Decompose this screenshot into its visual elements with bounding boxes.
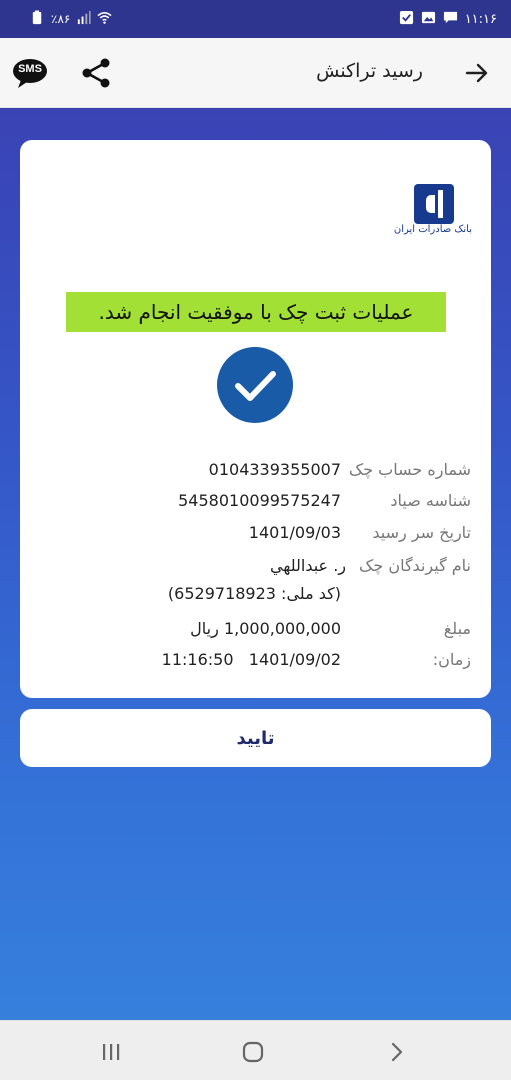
receipt-card: بانک صادرات ایران عملیات ثبت چک با موفقی…: [20, 140, 491, 698]
arrow-right-icon: [465, 63, 488, 83]
share-button[interactable]: [78, 55, 114, 91]
app-bar: رسید تراکنش SMS: [0, 38, 511, 108]
detail-row-time: زمان: 11:16:50 1401/09/02: [40, 650, 471, 674]
signal-icon: [76, 10, 91, 29]
status-time: ۱۱:۱۶: [464, 11, 497, 27]
wifi-icon: [97, 10, 112, 29]
recent-apps-button[interactable]: [98, 1039, 124, 1065]
account-value: 0104339355007: [208, 460, 341, 479]
message-icon: [443, 10, 458, 29]
detail-row-receivers: نام گیرندگان چک ر. عبداللهي (کد ملی: 652…: [40, 556, 471, 612]
page-title: رسید تراکنش: [316, 60, 423, 82]
account-label: شماره حساب چک: [348, 460, 471, 479]
notification-check-icon: [399, 10, 414, 29]
nav-back-button[interactable]: [384, 1039, 410, 1065]
sayad-value: 5458010099575247: [178, 491, 341, 510]
time-value: 11:16:50 1401/09/02: [161, 650, 341, 669]
detail-row-amount: مبلغ 1,000,000,000 ریال: [40, 619, 471, 643]
receiver-name: ر. عبداللهي: [270, 556, 346, 575]
receipt-details: شماره حساب چک 0104339355007 شناسه صیاد 5…: [20, 140, 491, 698]
confirm-button[interactable]: تایید: [20, 709, 491, 767]
sayad-label: شناسه صیاد: [390, 491, 471, 510]
receiver-national-id: (کد ملی: 6529718923): [167, 584, 341, 603]
detail-row-sayad: شناسه صیاد 5458010099575247: [40, 491, 471, 515]
time-label: زمان:: [432, 650, 471, 669]
home-icon: [242, 1041, 264, 1063]
back-icon: [391, 1042, 403, 1062]
status-right: ۱۱:۱۶: [399, 9, 497, 29]
sms-label: SMS: [18, 63, 42, 75]
amount-value: 1,000,000,000 ریال: [190, 619, 341, 638]
battery-icon: [30, 9, 45, 29]
detail-row-account: شماره حساب چک 0104339355007: [40, 460, 471, 484]
status-bar: ٪۸۶ ۱۱:۱۶: [0, 0, 511, 38]
share-icon: [82, 58, 110, 88]
recent-apps-icon: [103, 1044, 120, 1060]
status-left: ٪۸۶: [30, 9, 112, 29]
due-date-value: 1401/09/03: [248, 523, 341, 542]
receivers-label: نام گیرندگان چک: [359, 556, 471, 575]
back-button[interactable]: [463, 59, 491, 87]
detail-row-due-date: تاریخ سر رسید 1401/09/03: [40, 523, 471, 547]
due-date-label: تاریخ سر رسید: [372, 523, 471, 542]
navigation-bar: [0, 1020, 511, 1080]
amount-label: مبلغ: [443, 619, 471, 638]
battery-percent: ٪۸۶: [51, 12, 71, 26]
sms-button[interactable]: SMS: [12, 57, 48, 89]
home-button[interactable]: [240, 1039, 266, 1065]
gallery-icon: [421, 10, 436, 29]
